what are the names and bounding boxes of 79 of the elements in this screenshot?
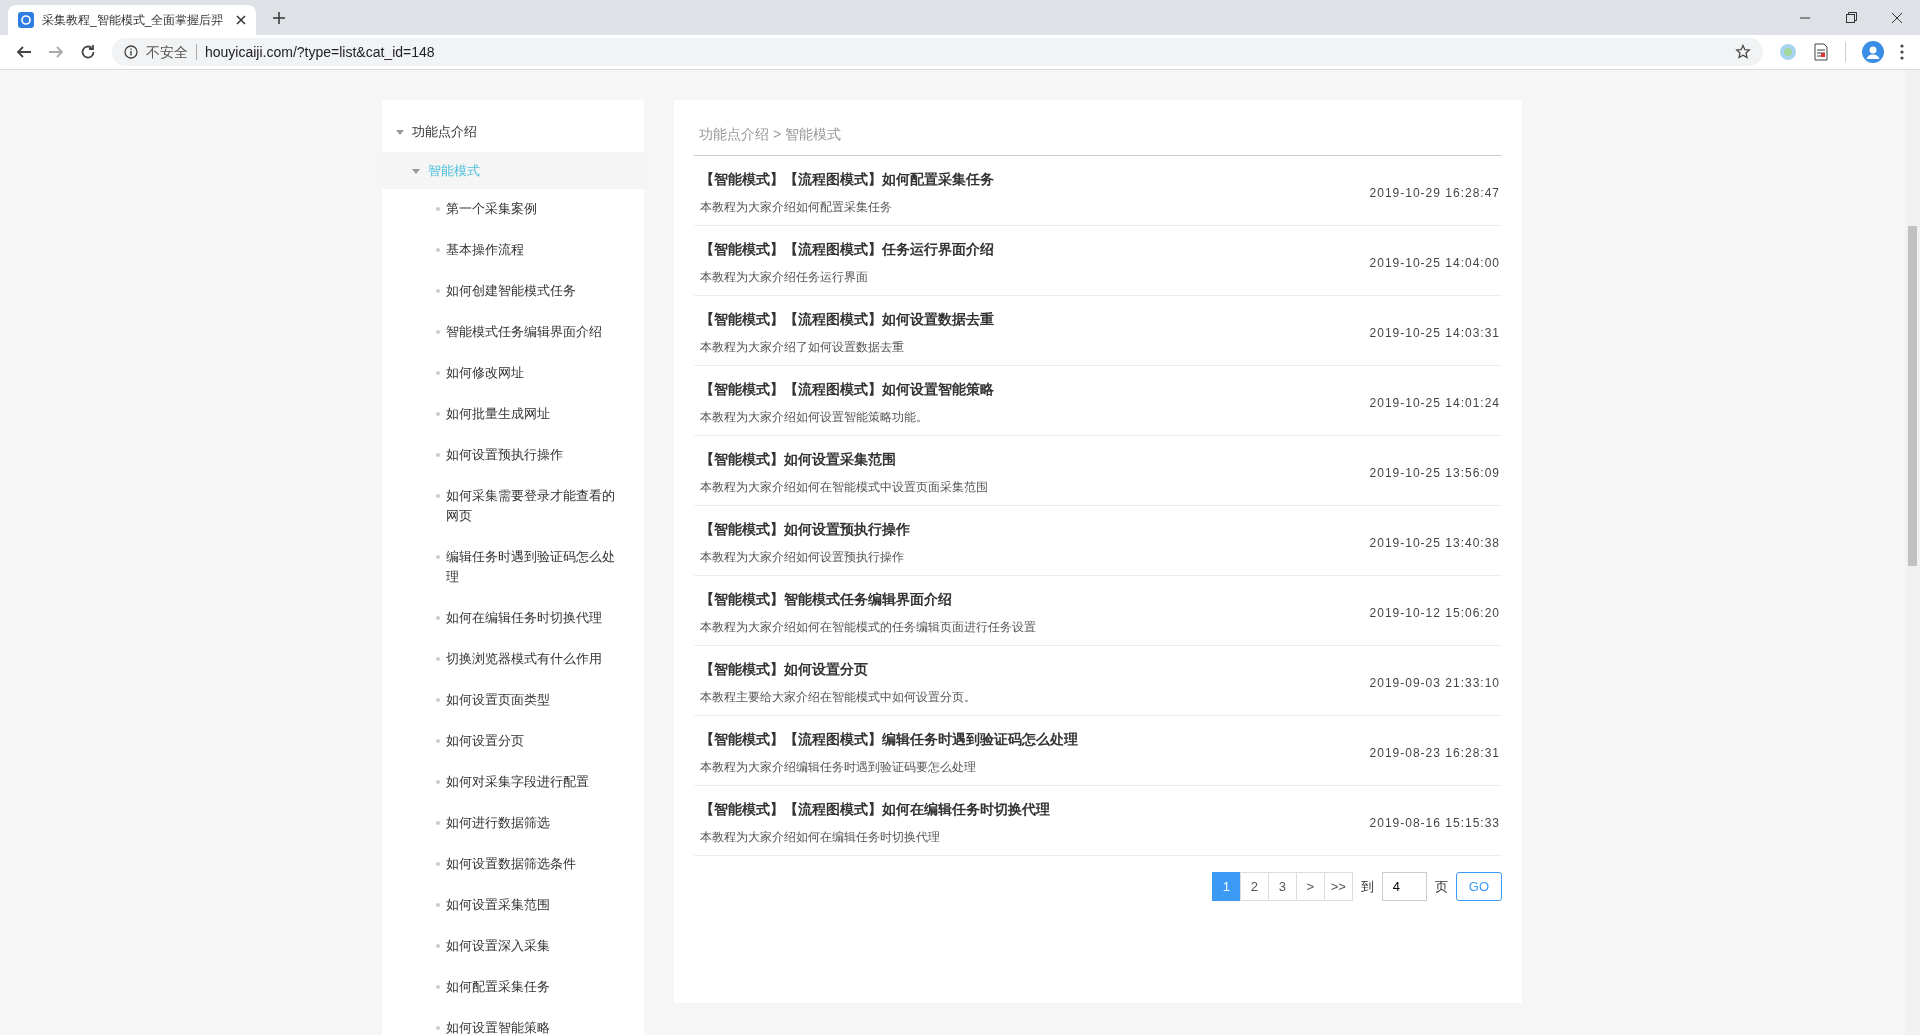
sidebar-link[interactable]: 第一个采集案例 [446, 199, 537, 219]
article-date: 2019-09-03 21:33:10 [1369, 674, 1500, 692]
article-title[interactable]: 【智能模式】如何设置预执行操作 [700, 519, 910, 540]
article-title[interactable]: 【智能模式】【流程图模式】如何配置采集任务 [700, 169, 994, 190]
document-icon[interactable] [1813, 43, 1829, 61]
new-tab-icon[interactable] [272, 10, 286, 25]
sidebar-link[interactable]: 切换浏览器模式有什么作用 [446, 649, 602, 669]
page-suffix: 页 [1434, 877, 1448, 896]
sidebar-link[interactable]: 如何采集需要登录才能查看的网页 [446, 486, 624, 526]
browser-tab[interactable]: 采集教程_智能模式_全面掌握后羿 [8, 5, 256, 35]
article-summary: 本教程为大家介绍如何设置预执行操作 [700, 549, 904, 566]
sidebar-link[interactable]: 如何设置智能策略 [446, 1018, 550, 1035]
sidebar-link[interactable]: 如何设置采集范围 [446, 895, 550, 915]
article-date: 2019-10-25 14:01:24 [1369, 394, 1500, 412]
page-button[interactable]: 3 [1267, 872, 1297, 901]
sidebar-link[interactable]: 如何创建智能模式任务 [446, 281, 576, 301]
article-summary: 本教程为大家介绍任务运行界面 [700, 269, 868, 286]
scrollbar-thumb[interactable] [1908, 226, 1917, 566]
last-page-button[interactable]: >> [1323, 872, 1353, 901]
breadcrumb-separator: > [773, 125, 782, 144]
sidebar-link[interactable]: 如何设置预执行操作 [446, 445, 563, 465]
address-bar[interactable]: 不安全 houyicaiji.com/?type=list&cat_id=148 [112, 38, 1763, 66]
url-text: houyicaiji.com/?type=list&cat_id=148 [205, 42, 435, 62]
article-title[interactable]: 【智能模式】【流程图模式】如何设置数据去重 [700, 309, 994, 330]
menu-icon[interactable] [1900, 44, 1904, 60]
article-title[interactable]: 【智能模式】如何设置采集范围 [700, 449, 896, 470]
close-icon[interactable] [236, 15, 246, 25]
tree-item-label: 功能点介绍 [412, 123, 477, 142]
sidebar-link[interactable]: 如何配置采集任务 [446, 977, 550, 997]
article-summary: 本教程为大家介绍如何设置智能策略功能。 [700, 409, 928, 426]
page-button[interactable]: 2 [1239, 872, 1269, 901]
scrollbar[interactable] [1905, 70, 1920, 1035]
site-logo-icon [18, 12, 34, 28]
article-date: 2019-10-25 13:40:38 [1369, 534, 1500, 552]
back-icon[interactable] [16, 44, 32, 60]
sidebar-link[interactable]: 如何设置页面类型 [446, 690, 550, 710]
profile-avatar-icon[interactable] [1862, 41, 1884, 63]
article-title[interactable]: 【智能模式】【流程图模式】如何在编辑任务时切换代理 [700, 799, 1050, 820]
article-date: 2019-10-25 14:04:00 [1369, 254, 1500, 272]
sidebar-link[interactable]: 如何批量生成网址 [446, 404, 550, 424]
article-date: 2019-10-29 16:28:47 [1369, 184, 1500, 202]
star-icon[interactable] [1735, 44, 1751, 60]
reload-icon[interactable] [80, 44, 96, 60]
article-summary: 本教程为大家介绍如何在智能模式的任务编辑页面进行任务设置 [700, 619, 1036, 636]
sidebar-link[interactable]: 如何设置深入采集 [446, 936, 550, 956]
article-date: 2019-10-12 15:06:20 [1369, 604, 1500, 622]
goto-label: 到 [1360, 877, 1374, 896]
tab-title: 采集教程_智能模式_全面掌握后羿 [42, 12, 225, 29]
sidebar-link[interactable]: 基本操作流程 [446, 240, 524, 260]
article-date: 2019-10-25 14:03:31 [1369, 324, 1500, 342]
next-page-button[interactable]: > [1295, 872, 1325, 901]
sidebar-link[interactable]: 如何设置数据筛选条件 [446, 854, 576, 874]
sidebar-link[interactable]: 如何对采集字段进行配置 [446, 772, 589, 792]
article-title[interactable]: 【智能模式】【流程图模式】任务运行界面介绍 [700, 239, 994, 260]
article-summary: 本教程为大家介绍如何在智能模式中设置页面采集范围 [700, 479, 988, 496]
article-summary: 本教程为大家介绍如何在编辑任务时切换代理 [700, 829, 940, 846]
sidebar-link[interactable]: 如何设置分页 [446, 731, 524, 751]
sidebar-link[interactable]: 如何进行数据筛选 [446, 813, 550, 833]
article-summary: 本教程为大家介绍了如何设置数据去重 [700, 339, 904, 356]
tree-item-label: 智能模式 [428, 161, 480, 180]
security-label: 不安全 [146, 42, 188, 62]
article-summary: 本教程为大家介绍编辑任务时遇到验证码要怎么处理 [700, 759, 976, 776]
sidebar-link[interactable]: 如何修改网址 [446, 363, 524, 383]
info-icon[interactable] [124, 45, 138, 59]
article-title[interactable]: 【智能模式】如何设置分页 [700, 659, 868, 680]
article-title[interactable]: 【智能模式】【流程图模式】如何设置智能策略 [700, 379, 994, 400]
article-date: 2019-10-25 13:56:09 [1369, 464, 1500, 482]
article-summary: 本教程主要给大家介绍在智能模式中如何设置分页。 [700, 689, 976, 706]
article-date: 2019-08-16 15:15:33 [1369, 814, 1500, 832]
sidebar-link[interactable]: 如何在编辑任务时切换代理 [446, 608, 602, 628]
article-summary: 本教程为大家介绍如何配置采集任务 [700, 199, 892, 216]
caret-icon[interactable] [396, 128, 404, 136]
article-date: 2019-08-23 16:28:31 [1369, 744, 1500, 762]
caret-icon[interactable] [412, 166, 420, 175]
page-input[interactable]: 4 [1381, 872, 1427, 901]
sidebar-link[interactable]: 编辑任务时遇到验证码怎么处理 [446, 547, 624, 587]
sidebar-link[interactable]: 智能模式任务编辑界面介绍 [446, 322, 602, 342]
article-title[interactable]: 【智能模式】智能模式任务编辑界面介绍 [700, 589, 952, 610]
article-title[interactable]: 【智能模式】【流程图模式】编辑任务时遇到验证码怎么处理 [700, 729, 1078, 750]
